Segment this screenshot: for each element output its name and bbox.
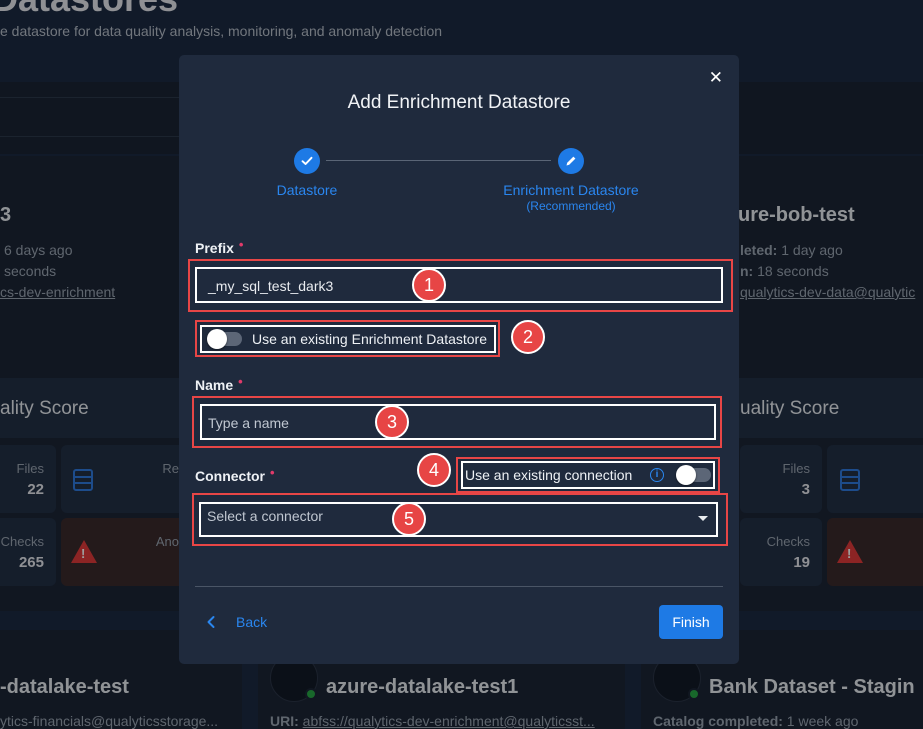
prefix-label: Prefix • — [195, 237, 244, 256]
use-existing-enrichment-label: Use an existing Enrichment Datastore — [252, 331, 487, 347]
page-title: Datastores — [0, 0, 178, 20]
files-label: Files — [16, 461, 44, 476]
card-link[interactable]: cs-dev-enrichment — [0, 284, 115, 300]
required-mark: • — [238, 374, 243, 389]
card-title: 3 — [0, 204, 12, 226]
reports-label: Re — [162, 461, 179, 476]
prefix-label-text: Prefix — [195, 240, 234, 256]
close-icon[interactable]: ✕ — [709, 69, 723, 86]
annotation-badge-2: 2 — [511, 320, 545, 354]
files-tile: Files 22 — [0, 445, 56, 513]
toggle-knob — [207, 329, 227, 349]
files-tile: Files 3 — [740, 445, 822, 513]
anomalies-label: Ano — [155, 534, 179, 549]
card-line-value: 18 seconds — [757, 263, 829, 279]
annotation-badge-3: 3 — [375, 405, 409, 439]
pencil-icon — [558, 148, 584, 174]
quality-score-label: uality Score — [740, 398, 840, 419]
reports-tile — [827, 445, 923, 513]
page-subtitle: e datastore for data quality analysis, m… — [0, 23, 443, 39]
card-line-label: n: — [740, 263, 754, 279]
checks-label: Checks — [766, 534, 810, 549]
step-sublabel-recommended: (Recommended) — [526, 199, 616, 213]
finish-button[interactable]: Finish — [659, 605, 723, 639]
card-title: Bank Dataset - Stagin — [709, 676, 915, 698]
checks-tile: Checks 265 — [0, 518, 56, 586]
checks-label: Checks — [0, 534, 44, 549]
stepper-connector-line — [326, 160, 551, 161]
connector-label: Connector • — [195, 465, 275, 484]
card-line: leted: 1 day ago — [740, 242, 843, 258]
chevron-down-icon — [698, 516, 708, 521]
annotation-badge-1: 1 — [412, 268, 446, 302]
card-status-label: Catalog completed: — [653, 713, 783, 729]
table-icon — [73, 469, 93, 491]
checks-value: 19 — [793, 554, 810, 571]
back-button[interactable]: Back — [206, 611, 267, 633]
use-existing-enrichment-toggle[interactable] — [207, 329, 242, 349]
required-mark: • — [238, 237, 244, 252]
card-uri: ytics-financials@qualyticsstorage... — [0, 713, 219, 729]
toggle-knob — [676, 465, 696, 485]
connector-placeholder: Select a connector — [207, 508, 323, 524]
anomalies-tile: ! — [827, 518, 923, 586]
status-dot-icon — [688, 688, 700, 700]
files-label: Files — [782, 461, 810, 476]
warning-icon: ! — [71, 540, 97, 563]
name-label-text: Name — [195, 377, 234, 393]
use-existing-connection-label: Use an existing connection — [465, 467, 633, 483]
card-title: ure-bob-test — [738, 204, 855, 226]
info-icon[interactable]: i — [650, 468, 664, 482]
table-icon — [840, 469, 860, 491]
prefix-input[interactable]: _my_sql_test_dark3 — [195, 267, 723, 303]
card-status: Catalog completed: 1 week ago — [653, 713, 858, 729]
name-placeholder: Type a name — [208, 415, 289, 431]
card-uri-value[interactable]: abfss://qualytics-dev-enrichment@qualyti… — [303, 713, 595, 729]
card-status-value: 1 week ago — [786, 713, 859, 729]
check-icon — [294, 148, 320, 174]
quality-score-label: ality Score — [0, 398, 89, 419]
card-line-value: 1 day ago — [781, 242, 843, 258]
connector-select[interactable]: Select a connector — [199, 502, 718, 537]
checks-value: 265 — [18, 554, 44, 571]
card-uri: URI: abfss://qualytics-dev-enrichment@qu… — [270, 713, 595, 729]
add-enrichment-datastore-modal: ✕ Add Enrichment Datastore Datastore Enr… — [179, 55, 739, 664]
card-line: n: 18 seconds — [740, 263, 829, 279]
files-value: 22 — [27, 481, 44, 498]
reports-tile: Re — [61, 445, 191, 513]
prefix-value: _my_sql_test_dark3 — [208, 278, 334, 294]
use-existing-enrichment-toggle-row[interactable]: Use an existing Enrichment Datastore — [200, 325, 496, 353]
card-line: seconds — [4, 263, 57, 279]
connector-label-text: Connector — [195, 468, 265, 484]
back-label: Back — [236, 614, 268, 630]
use-existing-connection-toggle[interactable] — [676, 465, 711, 485]
card-title: -datalake-test — [0, 676, 129, 698]
anomalies-tile: ! Ano — [61, 518, 191, 586]
status-dot-icon — [305, 688, 317, 700]
name-input[interactable]: Type a name — [200, 404, 716, 440]
card-uri-label: URI: — [270, 713, 299, 729]
warning-icon: ! — [837, 540, 863, 563]
card-link[interactable]: qualytics-dev-data@qualytic — [740, 284, 915, 300]
step-label-enrichment-datastore: Enrichment Datastore — [503, 182, 639, 198]
files-value: 3 — [801, 481, 810, 498]
chevron-left-icon — [207, 616, 215, 628]
search-input[interactable] — [0, 97, 186, 137]
modal-title: Add Enrichment Datastore — [347, 92, 571, 113]
footer-divider — [195, 586, 723, 587]
required-mark: • — [270, 465, 275, 480]
annotation-badge-4: 4 — [417, 453, 451, 487]
name-label: Name • — [195, 374, 243, 393]
card-title: azure-datalake-test1 — [326, 676, 519, 698]
card-line: 6 days ago — [4, 242, 73, 258]
card-line-label: leted: — [740, 242, 778, 258]
use-existing-connection-toggle-row[interactable]: Use an existing connection i — [461, 461, 715, 489]
checks-tile: Checks 19 — [740, 518, 822, 586]
annotation-badge-5: 5 — [392, 502, 426, 536]
step-label-datastore: Datastore — [276, 182, 338, 198]
